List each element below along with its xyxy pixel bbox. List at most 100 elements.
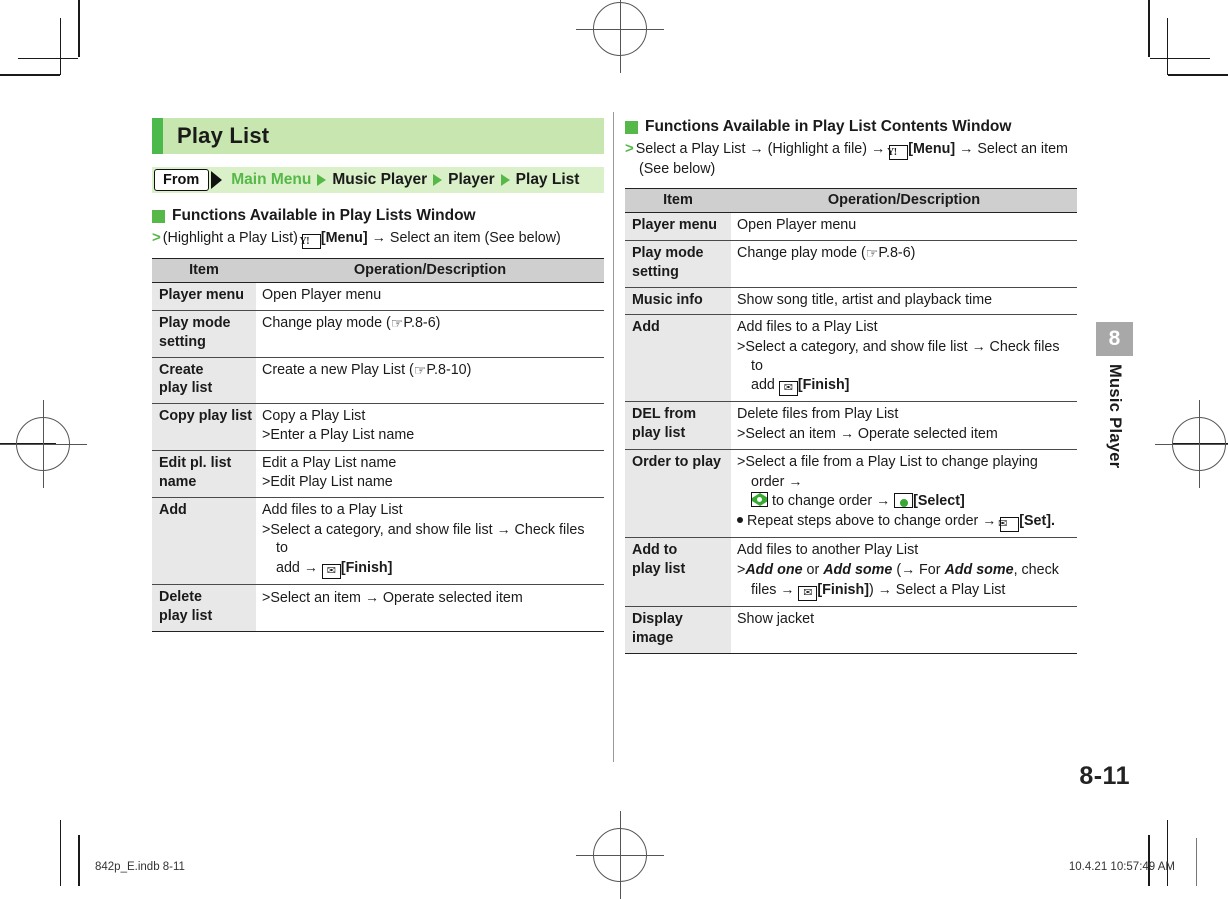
chevron-right-icon xyxy=(317,174,327,186)
table-row: Music info Show song title, artist and p… xyxy=(625,287,1077,316)
green-square-icon xyxy=(625,120,638,134)
desc-reference: P.8-6 xyxy=(403,314,436,331)
col-header-item: Item xyxy=(625,188,731,213)
table-row: Add to play list Add files to another Pla… xyxy=(625,537,1077,608)
bullet-icon xyxy=(737,517,743,524)
row-item-order-to-play: Order to play xyxy=(625,449,731,539)
desc-text: Create a new Play List ( xyxy=(262,361,414,378)
crop-mark-br-v2 xyxy=(1167,820,1169,886)
desc-suffix: ) xyxy=(466,361,472,378)
step-marker-icon: > xyxy=(262,590,271,607)
footer-filename: 842p_E.indb 8-11 xyxy=(95,861,185,873)
row-desc-order-to-play: >Select a file from a Play List to chang… xyxy=(731,449,1077,539)
row-item-player-menu: Player menu xyxy=(625,212,731,241)
row-item-play-mode-setting: Play mode setting xyxy=(152,310,256,358)
play-list-contents-window-table: Item Operation/Description Player menu O… xyxy=(625,188,1077,654)
table-row: Player menu Open Player menu xyxy=(152,282,604,311)
row-item-player-menu: Player menu xyxy=(152,282,256,311)
desc-reference: P.8-6 xyxy=(878,244,911,261)
desc-text: Change play mode ( xyxy=(262,314,391,331)
left-section-heading: Functions Available in Play Lists Window xyxy=(152,207,604,225)
left-step-pre: (Highlight a Play List) xyxy=(162,230,302,246)
step-marker-icon: > xyxy=(152,229,161,246)
crop-mark-tr-v2 xyxy=(1167,18,1169,75)
chapter-thumb-tab: 8 Music Player xyxy=(1096,322,1133,474)
footer-divider xyxy=(1196,838,1197,886)
row-desc-delete-play-list: >Select an item → Operate selected item xyxy=(256,584,604,633)
step-marker-icon: > xyxy=(737,453,746,470)
row-desc-play-mode-setting: Change play mode (☞P.8-6) xyxy=(731,240,1077,288)
desc-step: Enter a Play List name xyxy=(270,427,415,444)
desc-text: Edit a Play List name xyxy=(262,455,397,472)
left-step-menu-label: [Menu] xyxy=(320,230,368,246)
col-header-operation: Operation/Description xyxy=(256,258,604,283)
chevron-right-icon xyxy=(500,174,510,186)
chevron-right-icon xyxy=(433,174,443,186)
menu-softkey-icon: Y! xyxy=(887,145,909,160)
play-lists-window-table: Item Operation/Description Player menu O… xyxy=(152,258,604,633)
right-step-line2: (See below) xyxy=(639,161,716,177)
printed-page: Play List From Main Menu Music Player Pl… xyxy=(0,0,1228,899)
crop-mark-tl-v xyxy=(78,0,80,57)
crop-mark-tr-v xyxy=(1148,0,1150,57)
table-row: Play mode setting Change play mode (☞P.8-… xyxy=(152,310,604,358)
row-item-create-play-list: Create play list xyxy=(152,357,256,405)
step-marker-icon: > xyxy=(737,339,746,356)
table-row: Delete play list >Select an item → Operat… xyxy=(152,584,604,633)
table-row: Order to play >Select a file from a Play… xyxy=(625,449,1077,539)
mail-softkey-icon: ✉ xyxy=(321,564,341,580)
left-steps: > (Highlight a Play List) Y! [Menu] → Sele… xyxy=(152,228,604,249)
crop-mark-tr-h xyxy=(1168,74,1228,76)
crop-mark-tl-h xyxy=(0,74,60,76)
row-desc-add: Add files to a Play List >Select a categ… xyxy=(256,497,604,586)
desc-text: Add files to another Play List xyxy=(737,542,919,559)
col-header-item: Item xyxy=(152,258,256,283)
desc-suffix: ) xyxy=(910,244,916,261)
right-step-pre: Select a Play List → (Highlight a file) … xyxy=(635,141,890,157)
crop-mark-bl-v xyxy=(78,835,80,886)
breadcrumb-item-main-menu[interactable]: Main Menu xyxy=(231,171,311,189)
add-some-label: Add some xyxy=(823,562,893,579)
mail-softkey-icon: ✉ xyxy=(778,381,798,397)
chapter-number: 8 xyxy=(1096,322,1133,356)
breadcrumb-item-play-list[interactable]: Play List xyxy=(516,171,580,189)
set-key-label: [Set]. xyxy=(1019,513,1055,530)
left-step-tail: → Select an item (See below) xyxy=(367,230,561,246)
add-some-label: Add some xyxy=(944,562,1014,579)
table-row: DEL from play list Delete files from Play… xyxy=(625,401,1077,450)
row-desc-player-menu: Open Player menu xyxy=(731,212,1077,241)
row-item-play-mode-setting: Play mode setting xyxy=(625,240,731,288)
left-heading-text: Functions Available in Play Lists Window xyxy=(172,207,476,224)
desc-text: Add files to a Play List xyxy=(262,501,403,518)
breadcrumb-item-music-player[interactable]: Music Player xyxy=(332,171,427,189)
row-desc-display-image: Show jacket xyxy=(731,606,1077,654)
row-item-display-image: Display image xyxy=(625,606,731,654)
row-desc-copy-play-list: Copy a Play List >Enter a Play List name xyxy=(256,403,604,452)
desc-text: Delete files from Play List xyxy=(737,406,899,423)
row-desc-add-to-play-list: Add files to another Play List >Add one … xyxy=(731,537,1077,608)
desc-text: Copy a Play List xyxy=(262,408,366,425)
add-one-label: Add one xyxy=(745,562,803,579)
desc-text: Change play mode ( xyxy=(737,244,866,261)
crop-mark-tl-h2 xyxy=(18,58,78,60)
menu-softkey-icon: Y! xyxy=(300,234,321,249)
left-column: Play List From Main Menu Music Player Pl… xyxy=(152,118,604,633)
table-header-row: Item Operation/Description xyxy=(625,188,1077,213)
crop-mark-tl-v2 xyxy=(60,18,62,75)
green-square-icon xyxy=(152,209,165,223)
row-item-delete-play-list: Delete play list xyxy=(152,584,256,633)
row-item-copy-play-list: Copy play list xyxy=(152,403,256,452)
page-number: 8-11 xyxy=(1079,762,1130,790)
footer-timestamp: 10.4.21 10:57:49 AM xyxy=(1068,861,1175,873)
table-row: Copy play list Copy a Play List >Enter a… xyxy=(152,403,604,452)
row-desc-music-info: Show song title, artist and playback tim… xyxy=(731,287,1077,316)
breadcrumb-item-player[interactable]: Player xyxy=(448,171,495,189)
mail-softkey-icon: ✉ xyxy=(798,586,818,602)
registration-mark-left xyxy=(0,400,87,488)
right-step-post: → Select an item xyxy=(955,141,1068,157)
page-title: Play List xyxy=(177,123,270,148)
desc-step: Edit Play List name xyxy=(270,473,393,490)
navigation-key-icon xyxy=(751,492,768,508)
step-marker-icon: > xyxy=(262,521,271,538)
finish-key-label: [Finish] xyxy=(340,560,393,577)
